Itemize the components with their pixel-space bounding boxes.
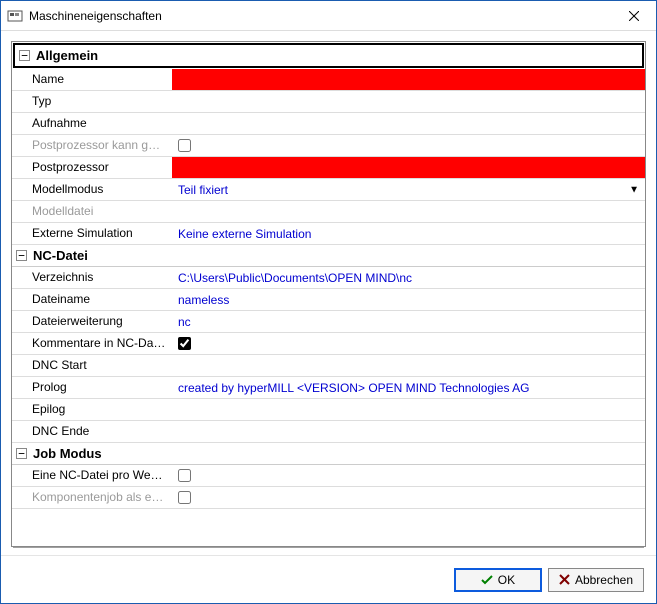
label-modelldatei: Modelldatei [12,201,172,222]
value-name[interactable] [172,69,645,90]
row-dateierw: Dateierweiterung nc [12,311,645,333]
row-epilog: Epilog [12,399,645,421]
label-verzeichnis: Verzeichnis [12,267,172,288]
checkbox-postproc-save[interactable] [178,139,191,152]
row-dncende: DNC Ende [12,421,645,443]
label-modellmodus: Modellmodus [12,179,172,200]
value-prolog[interactable]: created by hyperMILL <VERSION> OPEN MIND… [172,377,645,398]
value-epilog[interactable] [172,399,645,420]
value-typ[interactable] [172,91,645,112]
row-ext-sim: Externe Simulation Keine externe Simulat… [12,223,645,245]
section-jobmodus[interactable]: − Job Modus [12,443,645,465]
label-postproc-save: Postprozessor kann gesp... [12,135,172,156]
label-dateiname: Dateiname [12,289,172,310]
value-eine-nc[interactable] [172,465,645,486]
row-postproc: Postprozessor [12,157,645,179]
close-icon [629,11,639,21]
section-title: Allgemein [36,48,98,63]
value-dateierw[interactable]: nc [172,311,645,332]
row-dateiname: Dateiname nameless [12,289,645,311]
checkbox-kommentare[interactable] [178,337,191,350]
cancel-label: Abbrechen [575,573,633,587]
close-button[interactable] [611,1,656,30]
value-kommentare[interactable] [172,333,645,354]
row-modelldatei: Modelldatei [12,201,645,223]
collapse-icon[interactable]: − [16,250,27,261]
checkbox-eine-nc[interactable] [178,469,191,482]
label-ext-sim: Externe Simulation [12,223,172,244]
check-icon [481,574,493,586]
label-komponentenjob: Komponentenjob als ein... [12,487,172,508]
label-aufnahme: Aufnahme [12,113,172,134]
property-grid[interactable]: − Allgemein Name Typ Aufnahme Postprozes… [12,42,645,546]
label-typ: Typ [12,91,172,112]
section-ncdatei[interactable]: − NC-Datei [12,245,645,267]
value-komponentenjob[interactable] [172,487,645,508]
value-modellmodus[interactable]: Teil fixiert ▼ [172,179,645,200]
collapse-icon[interactable]: − [16,448,27,459]
value-aufnahme[interactable] [172,113,645,134]
ok-label: OK [498,573,515,587]
row-modellmodus: Modellmodus Teil fixiert ▼ [12,179,645,201]
modellmodus-text: Teil fixiert [178,183,228,197]
label-eine-nc: Eine NC-Datei pro Werkz... [12,465,172,486]
label-kommentare: Kommentare in NC-Dat... [12,333,172,354]
property-grid-wrap: − Allgemein Name Typ Aufnahme Postprozes… [11,41,646,547]
ok-button[interactable]: OK [454,568,542,592]
footer: OK Abbrechen [1,555,656,603]
label-epilog: Epilog [12,399,172,420]
cancel-button[interactable]: Abbrechen [548,568,644,592]
label-dncende: DNC Ende [12,421,172,442]
label-name: Name [12,69,172,90]
cancel-icon [559,574,570,585]
label-dncstart: DNC Start [12,355,172,376]
window-title: Maschineneigenschaften [29,9,611,23]
row-dncstart: DNC Start [12,355,645,377]
value-postproc[interactable] [172,157,645,178]
divider [13,547,644,549]
section-allgemein[interactable]: − Allgemein [13,43,644,68]
row-name: Name [12,69,645,91]
row-verzeichnis: Verzeichnis C:\Users\Public\Documents\OP… [12,267,645,289]
value-dateiname[interactable]: nameless [172,289,645,310]
row-komponentenjob: Komponentenjob als ein... [12,487,645,509]
section-title: Job Modus [33,446,102,461]
value-ext-sim[interactable]: Keine externe Simulation [172,223,645,244]
collapse-icon[interactable]: − [19,50,30,61]
row-aufnahme: Aufnahme [12,113,645,135]
titlebar: Maschineneigenschaften [1,1,656,31]
row-eine-nc: Eine NC-Datei pro Werkz... [12,465,645,487]
row-prolog: Prolog created by hyperMILL <VERSION> OP… [12,377,645,399]
row-postproc-save: Postprozessor kann gesp... [12,135,645,157]
chevron-down-icon[interactable]: ▼ [629,184,639,195]
content-area: − Allgemein Name Typ Aufnahme Postprozes… [1,31,656,549]
app-icon [7,8,23,24]
checkbox-komponentenjob[interactable] [178,491,191,504]
row-kommentare: Kommentare in NC-Dat... [12,333,645,355]
value-verzeichnis[interactable]: C:\Users\Public\Documents\OPEN MIND\nc [172,267,645,288]
label-dateierw: Dateierweiterung [12,311,172,332]
value-modelldatei [172,201,645,222]
section-title: NC-Datei [33,248,88,263]
label-postproc: Postprozessor [12,157,172,178]
value-postproc-save[interactable] [172,135,645,156]
value-dncstart[interactable] [172,355,645,376]
label-prolog: Prolog [12,377,172,398]
value-dncende[interactable] [172,421,645,442]
row-typ: Typ [12,91,645,113]
